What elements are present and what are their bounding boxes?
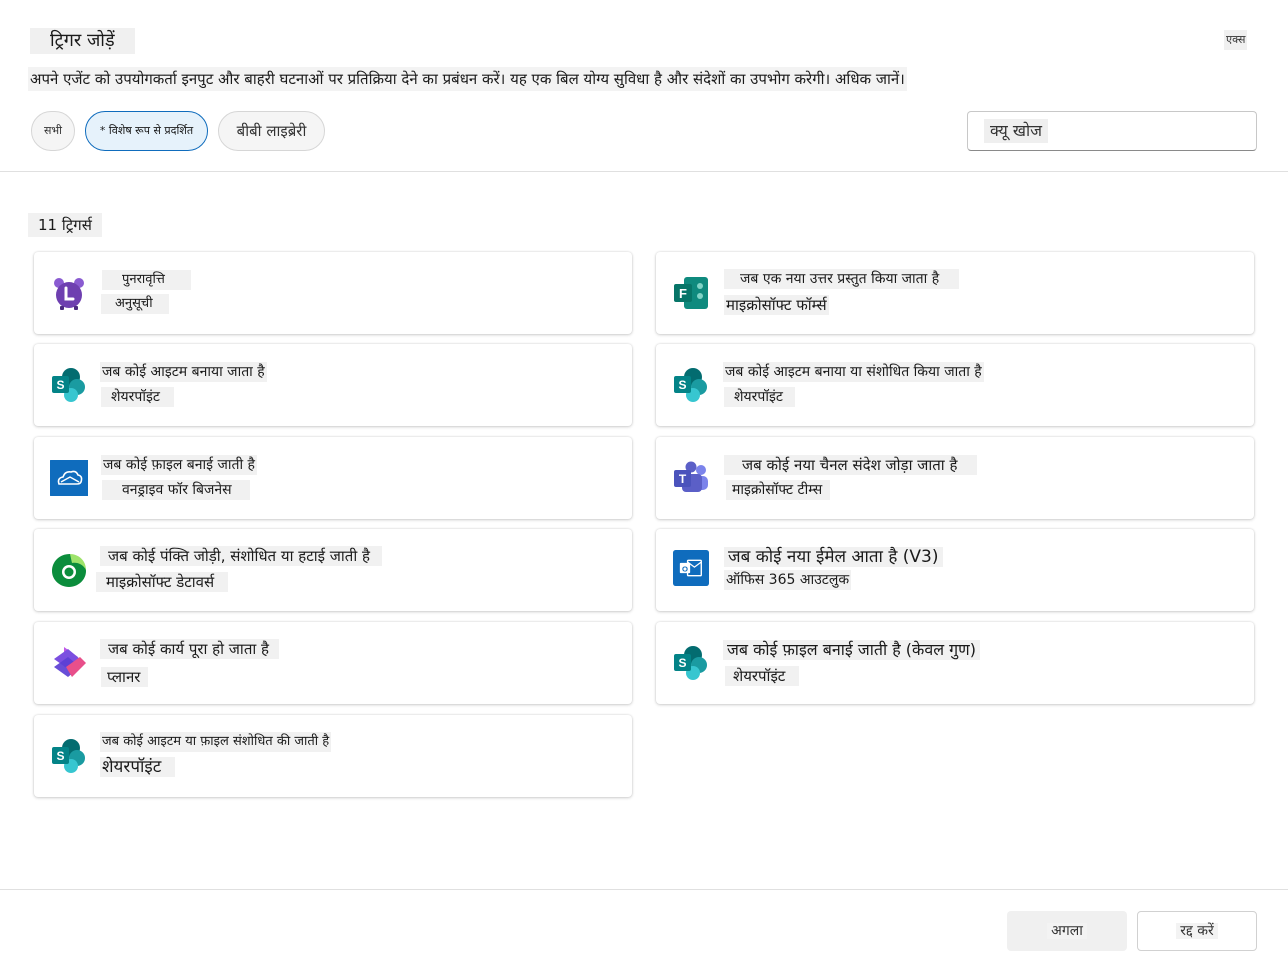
- trigger-source: वनड्राइव फॉर बिजनेस: [102, 480, 250, 500]
- svg-text:S: S: [56, 749, 64, 763]
- outlook-icon: O: [672, 550, 710, 588]
- trigger-source: शेयरपॉइंट: [100, 757, 176, 777]
- trigger-source: माइक्रोसॉफ्ट टीम्स: [726, 480, 831, 500]
- planner-icon: [50, 645, 88, 681]
- microsoft-forms-icon: F: [672, 275, 710, 311]
- search-input[interactable]: क्यू खोज: [967, 111, 1257, 151]
- dialog-title: ट्रिगर जोड़ें: [30, 28, 135, 54]
- trigger-card-channel-message[interactable]: T जब कोई नया चैनल संदेश जोड़ा जाता है मा…: [656, 437, 1254, 519]
- trigger-card-file-created-properties[interactable]: S जब कोई फ़ाइल बनाई जाती है (केवल गुण) श…: [656, 622, 1254, 704]
- trigger-title: जब कोई आइटम बनाया जाता है: [100, 362, 267, 382]
- filter-library[interactable]: बीबी लाइब्रेरी: [218, 111, 325, 151]
- trigger-card-new-email[interactable]: O जब कोई नया ईमेल आता है (V3) ऑफिस 365 आ…: [656, 529, 1254, 611]
- trigger-title: जब कोई पंक्ति जोड़ी, संशोधित या हटाई जात…: [100, 546, 382, 566]
- sharepoint-icon: S: [672, 367, 710, 403]
- filter-all[interactable]: सभी: [31, 111, 75, 151]
- trigger-source: माइक्रोसॉफ्ट डेटावर्स: [96, 572, 229, 592]
- filter-featured[interactable]: * विशेष रूप से प्रदर्शित: [85, 111, 208, 151]
- trigger-card-row-changed[interactable]: जब कोई पंक्ति जोड़ी, संशोधित या हटाई जात…: [34, 529, 632, 611]
- trigger-title: जब कोई आइटम या फ़ाइल संशोधित की जाती है: [100, 732, 332, 752]
- trigger-title: जब कोई नया ईमेल आता है (V3): [724, 547, 943, 567]
- close-button[interactable]: एक्स: [1224, 30, 1248, 50]
- trigger-card-file-created[interactable]: जब कोई फ़ाइल बनाई जाती है वनड्राइव फॉर ब…: [34, 437, 632, 519]
- trigger-source: माइक्रोसॉफ्ट फॉर्म्स: [724, 295, 829, 315]
- trigger-title: जब एक नया उत्तर प्रस्तुत किया जाता है: [724, 269, 960, 289]
- dataverse-icon: [50, 552, 88, 588]
- trigger-title: जब कोई आइटम बनाया या संशोधित किया जाता ह…: [723, 362, 984, 382]
- trigger-title: जब कोई कार्य पूरा हो जाता है: [100, 639, 279, 659]
- trigger-title: पुनरावृत्ति: [102, 270, 191, 290]
- alarm-clock-icon: [50, 275, 88, 311]
- dialog-description: अपने एजेंट को उपयोगकर्ता इनपुट और बाहरी …: [28, 67, 907, 91]
- trigger-title: जब कोई नया चैनल संदेश जोड़ा जाता है: [724, 455, 978, 475]
- svg-text:S: S: [678, 656, 686, 670]
- trigger-source: ऑफिस 365 आउटलुक: [724, 570, 852, 590]
- footer-divider: [0, 889, 1288, 890]
- microsoft-teams-icon: T: [672, 460, 710, 496]
- sharepoint-icon: S: [50, 738, 88, 774]
- trigger-source: शेयरपॉइंट: [725, 666, 800, 686]
- triggers-count: 11 ट्रिगर्स: [28, 213, 102, 237]
- trigger-title: जब कोई फ़ाइल बनाई जाती है (केवल गुण): [723, 640, 980, 660]
- trigger-source: प्लानर: [101, 667, 149, 687]
- svg-text:T: T: [679, 472, 687, 486]
- svg-text:S: S: [678, 378, 686, 392]
- trigger-card-forms-response[interactable]: F जब एक नया उत्तर प्रस्तुत किया जाता है …: [656, 252, 1254, 334]
- cancel-button-label: रद्द करें: [1176, 923, 1218, 939]
- trigger-card-item-created[interactable]: S जब कोई आइटम बनाया जाता है शेयरपॉइंट: [34, 344, 632, 426]
- trigger-source: अनुसूची: [101, 294, 169, 314]
- add-trigger-dialog: ट्रिगर जोड़ें एक्स अपने एजेंट को उपयोगकर…: [0, 0, 1288, 972]
- next-button-label: अगला: [1047, 923, 1087, 939]
- svg-text:O: O: [682, 564, 688, 573]
- trigger-card-item-or-file-modified[interactable]: S जब कोई आइटम या फ़ाइल संशोधित की जाती ह…: [34, 715, 632, 797]
- svg-text:S: S: [56, 378, 64, 392]
- trigger-source: शेयरपॉइंट: [724, 387, 795, 407]
- sharepoint-icon: S: [50, 367, 88, 403]
- cancel-button[interactable]: रद्द करें: [1137, 911, 1257, 951]
- trigger-card-task-completed[interactable]: जब कोई कार्य पूरा हो जाता है प्लानर: [34, 622, 632, 704]
- search-value: क्यू खोज: [984, 119, 1049, 143]
- trigger-source: शेयरपॉइंट: [101, 387, 174, 407]
- trigger-card-recurrence[interactable]: पुनरावृत्ति अनुसूची: [34, 252, 632, 334]
- svg-text:F: F: [679, 286, 687, 301]
- sharepoint-icon: S: [672, 645, 710, 681]
- header-divider: [0, 171, 1288, 172]
- next-button[interactable]: अगला: [1007, 911, 1127, 951]
- onedrive-icon: [50, 458, 90, 498]
- trigger-title: जब कोई फ़ाइल बनाई जाती है: [101, 455, 257, 475]
- trigger-card-item-created-or-modified[interactable]: S जब कोई आइटम बनाया या संशोधित किया जाता…: [656, 344, 1254, 426]
